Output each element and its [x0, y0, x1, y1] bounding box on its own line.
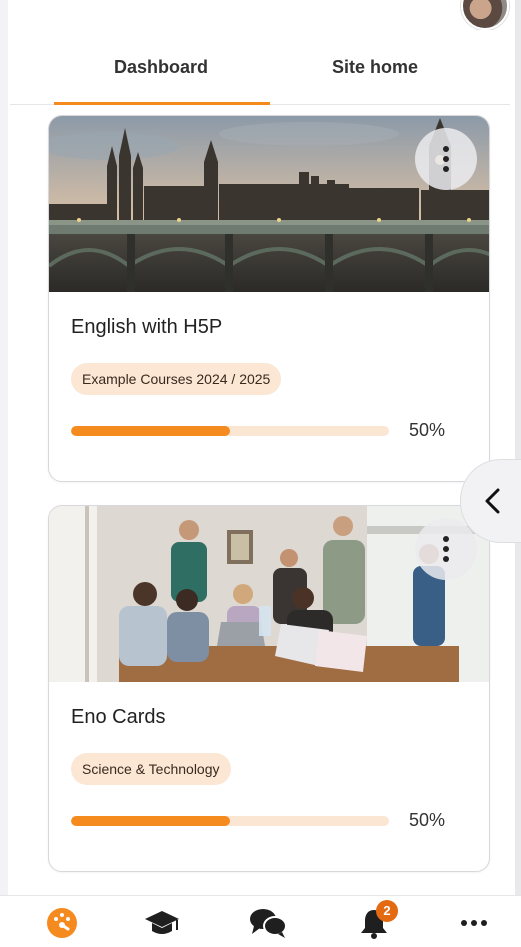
course-progress-label: 50% — [409, 810, 446, 830]
course-category-badge: Example Courses 2024 / 2025 — [71, 363, 282, 395]
app-screen: Dashboard Site home English with H5P Exa… — [0, 0, 521, 947]
tab-bar: Dashboard Site home — [10, 30, 510, 105]
more-dots-icon — [461, 920, 487, 926]
course-category-badge: Science & Technology — [71, 753, 231, 785]
course-options-button[interactable] — [415, 128, 477, 190]
course-options-button[interactable] — [415, 518, 477, 580]
user-avatar[interactable] — [461, 0, 509, 30]
chevron-left-icon — [485, 488, 500, 514]
messages-chat-icon — [250, 909, 287, 938]
tab-dashboard-label: Dashboard — [113, 56, 209, 77]
course-progress-fill — [71, 816, 230, 826]
more-vertical-icon — [443, 536, 449, 542]
courses-graduation-cap-icon — [145, 911, 179, 934]
course-progress-bar — [71, 816, 389, 826]
course-progress-fill — [71, 426, 230, 436]
course-progress-label: 50% — [409, 420, 446, 440]
dashboard-gauge-icon — [47, 908, 77, 938]
tab-dashboard[interactable]: Dashboard — [54, 30, 268, 104]
more-vertical-icon-dot — [443, 556, 449, 562]
nav-notifications[interactable]: 2 — [352, 900, 398, 947]
nav-messages[interactable] — [246, 906, 290, 947]
course-card[interactable]: English with H5P Example Courses 2024 / … — [48, 115, 490, 482]
course-image-students — [49, 506, 489, 682]
tab-site-home[interactable]: Site home — [268, 30, 482, 104]
course-title[interactable]: English with H5P — [71, 316, 222, 339]
course-list[interactable]: English with H5P Example Courses 2024 / … — [10, 105, 510, 895]
notification-count-badge: 2 — [376, 900, 398, 922]
more-vertical-icon — [443, 146, 449, 152]
course-progress-bar — [71, 426, 389, 436]
course-image-london — [49, 116, 489, 292]
tab-site-home-label: Site home — [331, 56, 419, 77]
nav-more[interactable] — [452, 906, 496, 947]
more-vertical-icon-dot — [443, 156, 449, 162]
bottom-navigation: 2 — [0, 895, 521, 947]
nav-dashboard[interactable] — [40, 906, 84, 947]
more-vertical-icon-dot — [443, 166, 449, 172]
nav-my-courses[interactable] — [140, 906, 184, 947]
screen-edge-left — [0, 0, 8, 947]
course-title[interactable]: Eno Cards — [71, 706, 166, 729]
course-card[interactable]: Eno Cards Science & Technology 50% — [48, 505, 490, 872]
more-vertical-icon-dot — [443, 546, 449, 552]
